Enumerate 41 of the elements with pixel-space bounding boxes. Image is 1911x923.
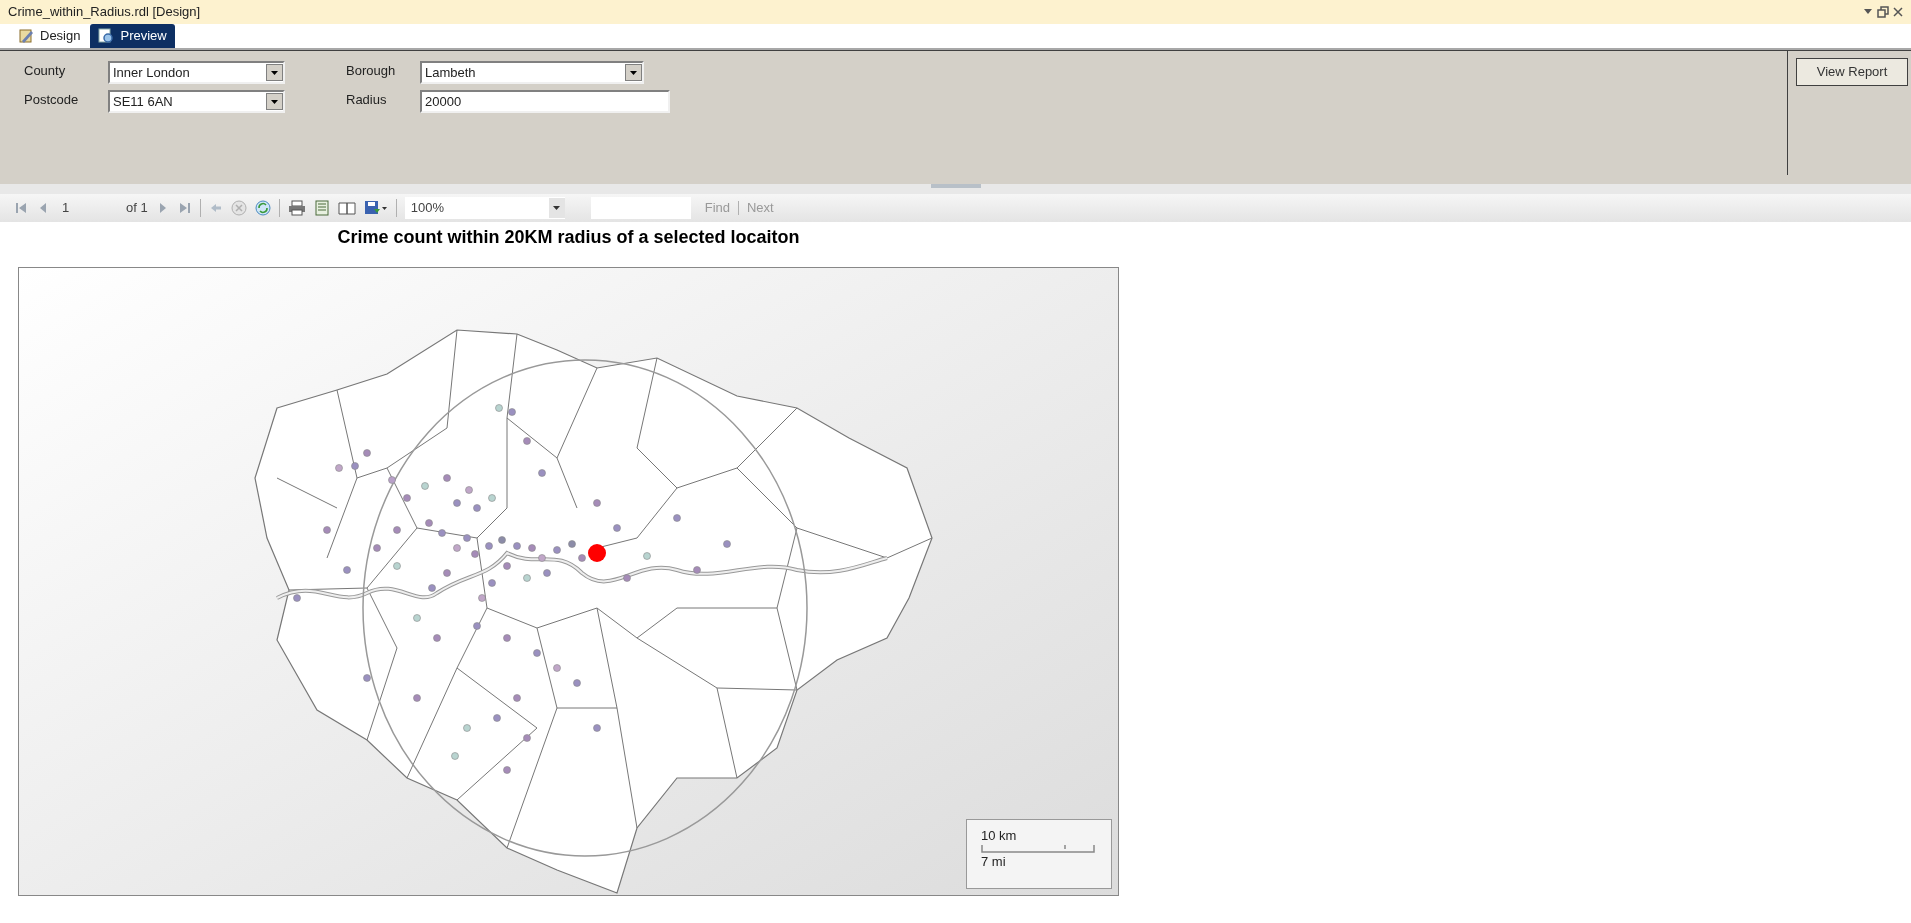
page-number-field[interactable]: 1 <box>58 198 118 218</box>
scale-bar-icon <box>981 844 1095 854</box>
first-page-icon[interactable] <box>14 201 28 215</box>
save-icon[interactable] <box>363 200 388 216</box>
find-field[interactable] <box>590 197 691 219</box>
page-layout-icon[interactable] <box>313 200 330 216</box>
dropdown-field[interactable]: SE11 6AN <box>108 90 285 113</box>
dropdown-arrow-button[interactable] <box>625 64 642 81</box>
caret-icon <box>630 70 637 75</box>
view-report-button[interactable]: View Report <box>1796 58 1908 86</box>
caret-icon <box>271 99 278 104</box>
tab[interactable]: Design <box>10 24 89 48</box>
dropdown-arrow-button[interactable] <box>266 64 283 81</box>
dropdown-icon[interactable] <box>1863 8 1873 16</box>
design-icon <box>18 28 34 44</box>
last-page-icon[interactable] <box>177 201 192 215</box>
stop-icon[interactable] <box>230 200 247 216</box>
dropdown-field[interactable]: Inner London <box>108 61 285 84</box>
collapse-handle[interactable] <box>930 184 981 188</box>
caret-icon <box>553 206 561 210</box>
parameter-label: Radius <box>346 91 388 109</box>
dropdown-field[interactable]: Lambeth <box>420 61 644 84</box>
page-setup-icon[interactable] <box>337 200 356 216</box>
refresh-icon[interactable] <box>254 200 271 216</box>
text-field[interactable]: 20000 <box>420 90 670 113</box>
zoom-dropdown[interactable]: 100% <box>404 197 565 219</box>
restore-icon[interactable] <box>1877 6 1889 18</box>
parameter-label: Postcode <box>24 91 80 109</box>
parameter-label: Borough <box>346 62 397 80</box>
dropdown-arrow-button[interactable] <box>266 93 283 110</box>
page-count: of 1 <box>126 199 148 218</box>
document-title: Crime_within_Radius.rdl [Design] <box>8 3 201 22</box>
caret-icon <box>271 70 278 75</box>
scale-mi-label: 7 mi <box>981 854 1007 870</box>
print-icon[interactable] <box>287 200 306 216</box>
preview-icon <box>98 28 115 44</box>
parameter-label: County <box>24 62 67 80</box>
report-title: Crime count within 20KM radius of a selected locaiton <box>337 227 800 247</box>
tab[interactable]: Preview <box>90 24 175 48</box>
scale-km-label: 10 km <box>981 828 1018 844</box>
close-icon[interactable] <box>1893 6 1903 18</box>
